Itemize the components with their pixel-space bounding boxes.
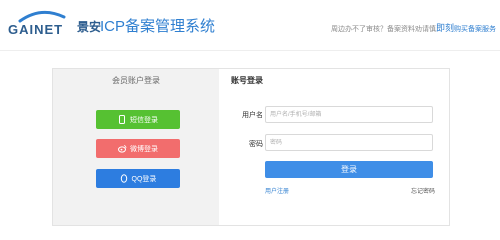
register-link[interactable]: 用户注册	[265, 186, 289, 195]
account-login-title: 账号登录	[231, 76, 263, 85]
qq-login-button[interactable]: QQ登录	[96, 169, 180, 188]
forgot-password-link[interactable]: 忘记密码	[411, 186, 435, 195]
member-login-title: 会员账户登录	[112, 76, 160, 85]
weibo-icon	[118, 144, 127, 153]
username-label: 用户名	[242, 112, 263, 119]
page-header: GAINET 景安 ICP备案管理系统 周边办不了审核？备案资料劝请慎即刻购买备…	[0, 0, 500, 51]
login-panel: 会员账户登录 短信登录 微博登录 QQ登录 账号登录 用户名 密码 登录 用户	[52, 68, 450, 226]
header-divider	[0, 50, 500, 51]
weibo-login-label: 微博登录	[130, 145, 158, 153]
brand-name: 景安	[77, 20, 102, 34]
buy-filing-service-link[interactable]: 购买备案服务	[454, 26, 496, 33]
notice-text: 周边办不了审核？备案资料劝请慎	[330, 26, 436, 33]
qq-login-label: QQ登录	[131, 175, 157, 183]
gainet-logo[interactable]: GAINET	[8, 8, 74, 42]
sms-login-label: 短信登录	[130, 116, 158, 124]
system-title: ICP备案管理系统	[100, 18, 216, 35]
login-button[interactable]: 登录	[265, 161, 433, 178]
password-label: 密码	[249, 141, 263, 148]
logo-text: GAINET	[8, 22, 64, 37]
username-input[interactable]	[265, 106, 433, 123]
account-login-column: 账号登录 用户名 密码 登录 用户注册 忘记密码	[219, 69, 449, 225]
qq-penguin-icon	[120, 174, 128, 183]
phone-icon	[118, 115, 126, 124]
member-login-column: 会员账户登录 短信登录 微博登录 QQ登录	[53, 69, 219, 225]
notice-highlight: 即刻	[435, 23, 454, 33]
header-notice: 周边办不了审核？备案资料劝请慎即刻购买备案服务	[331, 21, 496, 34]
sms-login-button[interactable]: 短信登录	[96, 110, 180, 129]
weibo-login-button[interactable]: 微博登录	[96, 139, 180, 158]
password-input[interactable]	[265, 134, 433, 151]
